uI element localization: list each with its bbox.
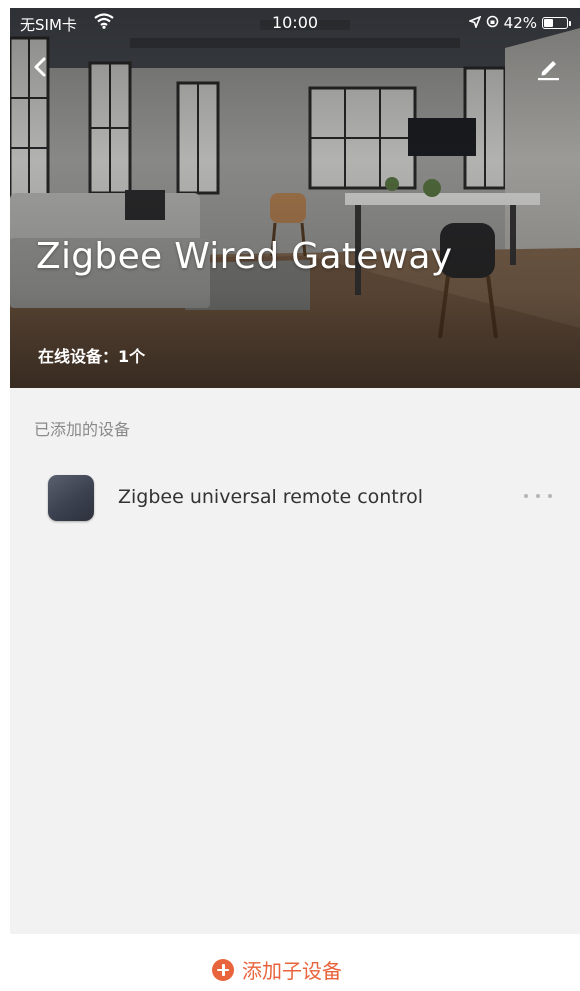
add-sub-device-label: 添加子设备 <box>242 959 342 983</box>
ellipsis-icon <box>524 494 528 498</box>
device-name: Zigbee universal remote control <box>118 486 424 508</box>
hero-shade <box>10 8 580 388</box>
added-devices-label: 已添加的设备 <box>34 420 131 439</box>
location-icon <box>467 14 482 32</box>
chevron-left-icon <box>34 57 46 77</box>
hero-banner: 无SIM卡 10:00 42% Zigbee Wired Gateway 在线设… <box>10 8 580 388</box>
status-right: 42% <box>467 14 571 32</box>
gateway-title: Zigbee Wired Gateway <box>36 236 453 277</box>
pencil-icon <box>538 61 559 81</box>
plus-circle-icon <box>212 958 234 981</box>
battery-percent: 42% <box>503 14 537 32</box>
status-bar: 无SIM卡 10:00 42% <box>10 8 580 38</box>
edit-button[interactable] <box>534 54 562 82</box>
device-list-item[interactable]: Zigbee universal remote control <box>10 462 580 534</box>
battery-icon <box>542 17 571 29</box>
device-thumbnail <box>48 475 94 521</box>
online-device-count: 在线设备：1个 <box>38 347 146 366</box>
device-more-button[interactable] <box>520 484 556 508</box>
screen: 无SIM卡 10:00 42% Zigbee Wired Gateway 在线设… <box>10 8 580 991</box>
rotation-lock-icon <box>486 14 499 32</box>
add-sub-device-button[interactable]: 添加子设备 <box>212 955 342 984</box>
back-button[interactable] <box>28 54 54 80</box>
